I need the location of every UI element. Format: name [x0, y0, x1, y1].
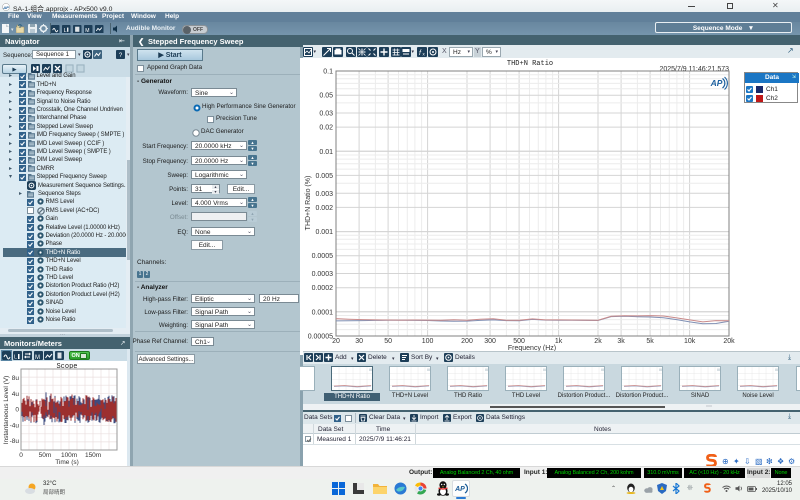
- svg-text:AP: AP: [455, 486, 465, 493]
- svg-text:0: 0: [19, 452, 23, 459]
- svg-text:0.0005: 0.0005: [312, 253, 334, 260]
- svg-text:200: 200: [461, 338, 473, 345]
- svg-text:100: 100: [422, 338, 434, 345]
- svg-text:2k: 2k: [594, 338, 602, 345]
- svg-text:L: L: [14, 354, 17, 360]
- svg-text:0: 0: [15, 407, 19, 414]
- svg-text:0.00005: 0.00005: [308, 334, 333, 341]
- svg-text:5k: 5k: [646, 338, 654, 345]
- svg-text:Time (s): Time (s): [55, 459, 79, 466]
- svg-text:300: 300: [484, 338, 496, 345]
- svg-text:3k: 3k: [617, 338, 625, 345]
- svg-text:THD+N Ratio (%): THD+N Ratio (%): [305, 176, 312, 231]
- svg-text:0.02: 0.02: [319, 125, 333, 132]
- svg-text:-4u: -4u: [10, 422, 20, 429]
- svg-text:50: 50: [384, 338, 392, 345]
- svg-text:0.01: 0.01: [319, 149, 333, 156]
- svg-text:0.005: 0.005: [315, 173, 333, 180]
- svg-text:0.0002: 0.0002: [312, 285, 334, 292]
- svg-text:0.05: 0.05: [319, 93, 333, 100]
- svg-text:0.1: 0.1: [323, 69, 333, 76]
- svg-text:20: 20: [332, 338, 340, 345]
- svg-text:50m: 50m: [39, 452, 52, 459]
- svg-text:500: 500: [513, 338, 525, 345]
- svg-text:Scope: Scope: [56, 363, 77, 371]
- svg-text:AP: AP: [710, 78, 723, 88]
- svg-text:4u: 4u: [12, 391, 20, 398]
- svg-text:Instantaneous Level (V): Instantaneous Level (V): [3, 376, 10, 445]
- svg-text:1k: 1k: [555, 338, 563, 345]
- svg-text:100m: 100m: [61, 452, 77, 459]
- svg-text:-8u: -8u: [10, 438, 20, 445]
- svg-text:0.0003: 0.0003: [312, 271, 334, 278]
- svg-text:150m: 150m: [85, 452, 101, 459]
- svg-text:0.001: 0.001: [315, 229, 333, 236]
- svg-text:20k: 20k: [723, 338, 735, 345]
- svg-text:0.0001: 0.0001: [312, 309, 334, 316]
- svg-text:M: M: [35, 355, 40, 360]
- svg-text:8u: 8u: [12, 375, 20, 382]
- svg-text:10k: 10k: [684, 338, 696, 345]
- svg-text:0.003: 0.003: [315, 191, 333, 198]
- svg-text:THD+N Ratio: THD+N Ratio: [507, 60, 553, 68]
- svg-text:0.002: 0.002: [315, 205, 333, 212]
- svg-text:0.03: 0.03: [319, 111, 333, 118]
- svg-text:30: 30: [355, 338, 363, 345]
